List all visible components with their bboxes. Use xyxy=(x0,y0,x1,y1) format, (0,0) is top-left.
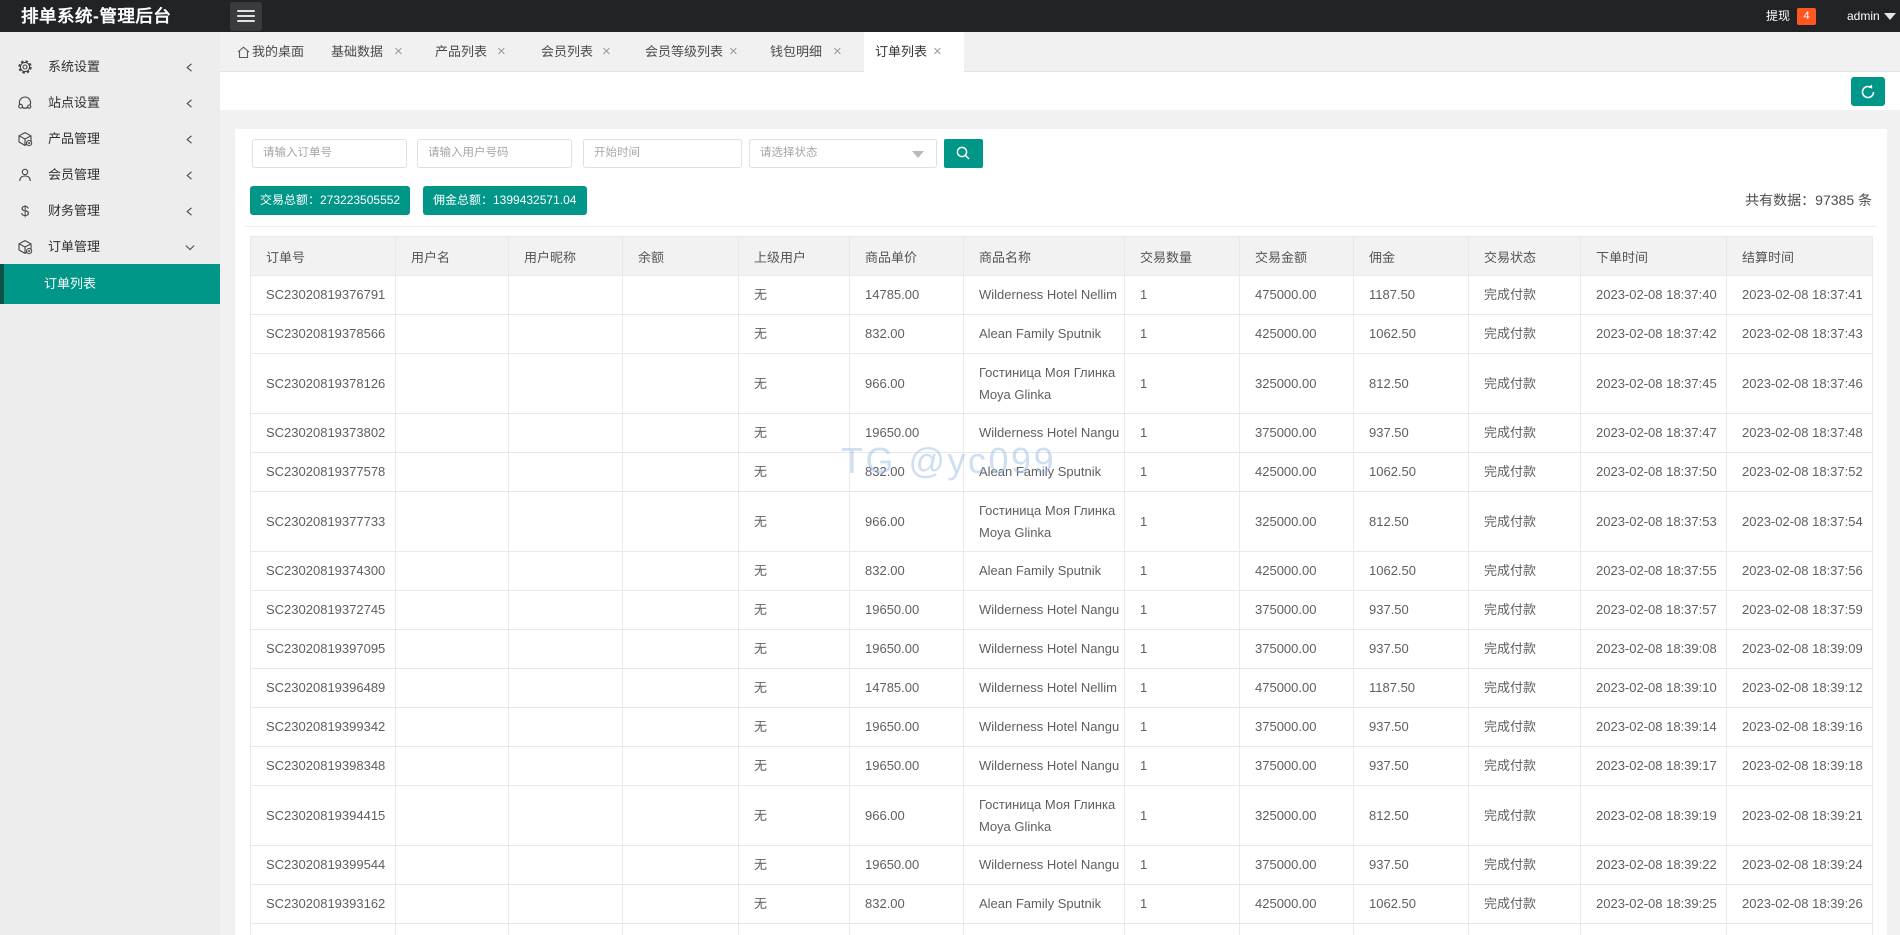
svg-text:$: $ xyxy=(21,203,30,219)
